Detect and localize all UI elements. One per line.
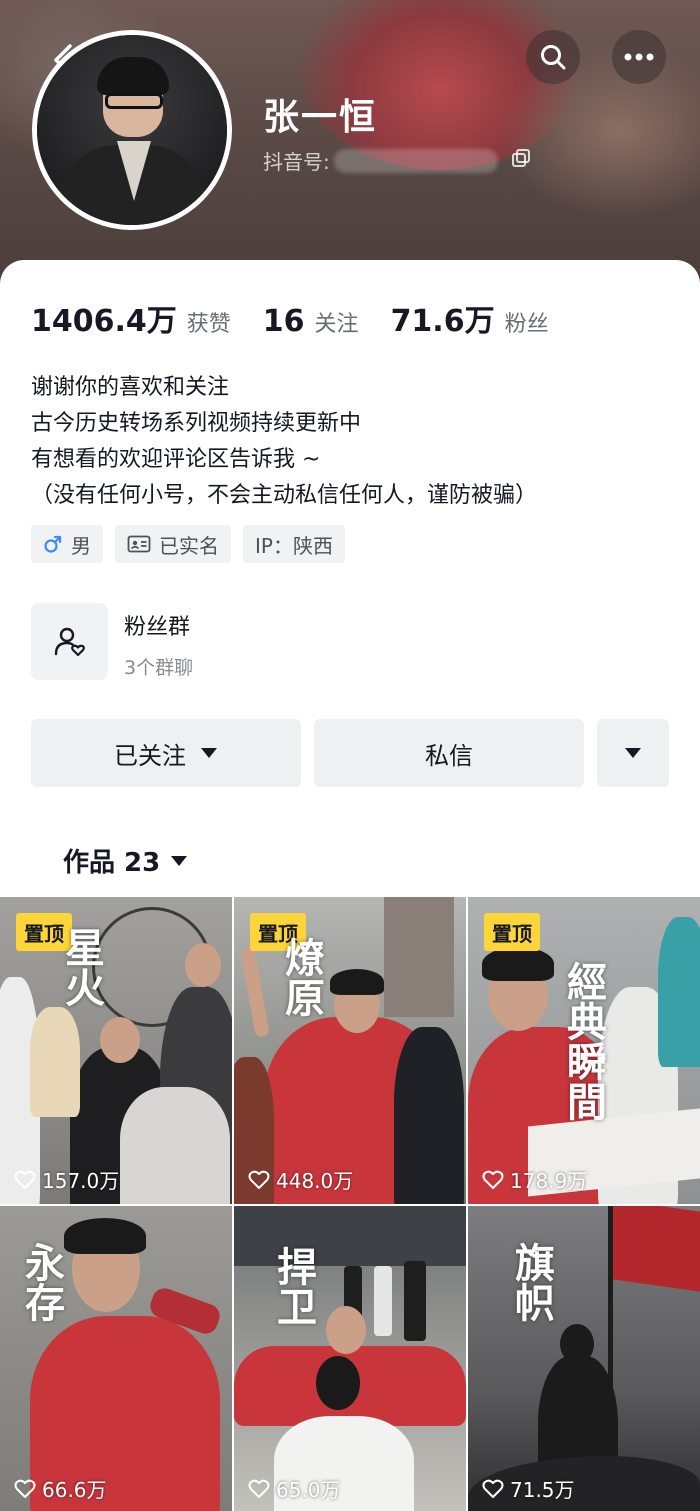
video-thumbnail[interactable]: 捍卫 65.0万 xyxy=(234,1206,466,1511)
ip-tag: IP：陕西 xyxy=(243,525,345,563)
stat-likes: 1406.4万 获赞 xyxy=(31,296,231,340)
profile-header: 张一恒 抖音号: xyxy=(0,0,700,290)
profile-card: 1406.4万 获赞 16 关注 71.6万 粉丝 谢谢你的喜欢和关注 古今历史… xyxy=(0,260,700,1511)
video-title: 永存 xyxy=(18,1242,65,1322)
video-thumbnail[interactable]: 旗帜 71.5万 xyxy=(468,1206,700,1511)
video-title: 燎原 xyxy=(278,937,325,1017)
verified-tag: 已实名 xyxy=(115,525,231,563)
fan-group-title: 粉丝群 xyxy=(124,615,191,640)
avatar[interactable] xyxy=(32,30,232,230)
fan-group-icon-box xyxy=(31,603,108,680)
more-actions-button[interactable] xyxy=(597,719,669,787)
video-thumbnail[interactable]: 置顶 燎原 448.0万 xyxy=(234,897,466,1204)
id-card-icon xyxy=(127,535,151,553)
caret-down-icon xyxy=(625,748,641,758)
more-icon xyxy=(624,53,654,61)
search-button[interactable] xyxy=(526,30,580,84)
heart-icon xyxy=(482,1170,504,1189)
video-thumbnail[interactable]: 置顶 星火 157.0万 xyxy=(0,897,232,1204)
following-button[interactable]: 已关注 xyxy=(31,719,301,787)
video-title: 捍卫 xyxy=(270,1246,317,1326)
stat-number: 16 xyxy=(262,304,305,339)
fan-group-icon xyxy=(54,627,85,656)
stat-number: 71.6万 xyxy=(390,304,495,339)
video-likes: 66.6万 xyxy=(14,1474,107,1503)
fan-group-entry[interactable]: 粉丝群 3个群聊 xyxy=(31,603,193,680)
likes-count: 66.6万 xyxy=(42,1478,107,1502)
profile-stats: 1406.4万 获赞 16 关注 71.6万 粉丝 xyxy=(31,296,581,340)
verified-label: 已实名 xyxy=(159,533,219,558)
message-label: 私信 xyxy=(425,741,473,770)
gender-label: 男 xyxy=(71,533,91,558)
stat-label: 获赞 xyxy=(186,312,231,337)
heart-icon xyxy=(14,1170,36,1189)
search-icon xyxy=(541,45,566,70)
stat-label: 粉丝 xyxy=(504,312,549,337)
fan-group-subtitle: 3个群聊 xyxy=(124,657,194,679)
video-likes: 65.0万 xyxy=(248,1474,341,1503)
works-label: 作品 23 xyxy=(63,848,161,878)
bio-line: 谢谢你的喜欢和关注 xyxy=(31,375,230,400)
gender-tag: 男 xyxy=(31,525,103,563)
video-title: 星火 xyxy=(58,927,105,1007)
video-title: 旗帜 xyxy=(508,1242,555,1322)
bio-line: 古今历史转场系列视频持续更新中 xyxy=(31,411,362,436)
video-grid: 置顶 星火 157.0万 置顶 燎原 448.0万 置顶 經典瞬間 178.9万… xyxy=(0,897,700,1511)
likes-count: 448.0万 xyxy=(276,1169,354,1193)
video-title: 經典瞬間 xyxy=(560,961,607,1121)
message-button[interactable]: 私信 xyxy=(314,719,584,787)
profile-name: 张一恒 xyxy=(263,97,378,138)
stat-followers[interactable]: 71.6万 粉丝 xyxy=(391,296,549,340)
copy-button[interactable] xyxy=(510,147,532,174)
caret-down-icon xyxy=(201,748,217,758)
likes-count: 71.5万 xyxy=(510,1478,575,1502)
video-thumbnail[interactable]: 置顶 經典瞬間 178.9万 xyxy=(468,897,700,1204)
profile-tags: 男 已实名 IP：陕西 xyxy=(31,525,357,563)
video-likes: 157.0万 xyxy=(14,1165,119,1194)
more-button[interactable] xyxy=(612,30,666,84)
douyin-id: 抖音号: xyxy=(263,146,532,175)
video-likes: 448.0万 xyxy=(248,1165,353,1194)
likes-count: 178.9万 xyxy=(510,1169,588,1193)
heart-icon xyxy=(248,1170,270,1189)
stat-following[interactable]: 16 关注 xyxy=(263,304,359,339)
copy-icon xyxy=(511,149,530,167)
tab-works[interactable]: 作品 23 xyxy=(63,842,188,879)
fan-group-text: 粉丝群 3个群聊 xyxy=(124,603,193,680)
heart-icon xyxy=(248,1479,270,1498)
douyin-id-label: 抖音号: xyxy=(263,150,330,174)
profile-actions: 已关注 私信 xyxy=(31,719,669,787)
pinned-badge: 置顶 xyxy=(484,913,540,951)
bio-line: （没有任何小号，不会主动私信任何人，谨防被骗） xyxy=(31,483,538,508)
likes-count: 65.0万 xyxy=(276,1478,341,1502)
heart-icon xyxy=(14,1479,36,1498)
douyin-id-redacted xyxy=(333,148,498,173)
stat-label: 关注 xyxy=(314,312,359,337)
bio-line: 有想看的欢迎评论区告诉我 ~ xyxy=(31,447,321,472)
video-thumbnail[interactable]: 永存 66.6万 xyxy=(0,1206,232,1511)
stat-number: 1406.4万 xyxy=(31,304,177,339)
profile-bio: 谢谢你的喜欢和关注 古今历史转场系列视频持续更新中 有想看的欢迎评论区告诉我 ~… xyxy=(31,370,537,514)
male-icon xyxy=(44,535,62,553)
likes-count: 157.0万 xyxy=(42,1169,120,1193)
caret-down-icon xyxy=(171,855,188,866)
video-likes: 178.9万 xyxy=(482,1165,587,1194)
following-label: 已关注 xyxy=(114,741,186,770)
heart-icon xyxy=(482,1479,504,1498)
ip-label: IP：陕西 xyxy=(255,533,333,558)
video-likes: 71.5万 xyxy=(482,1474,575,1503)
